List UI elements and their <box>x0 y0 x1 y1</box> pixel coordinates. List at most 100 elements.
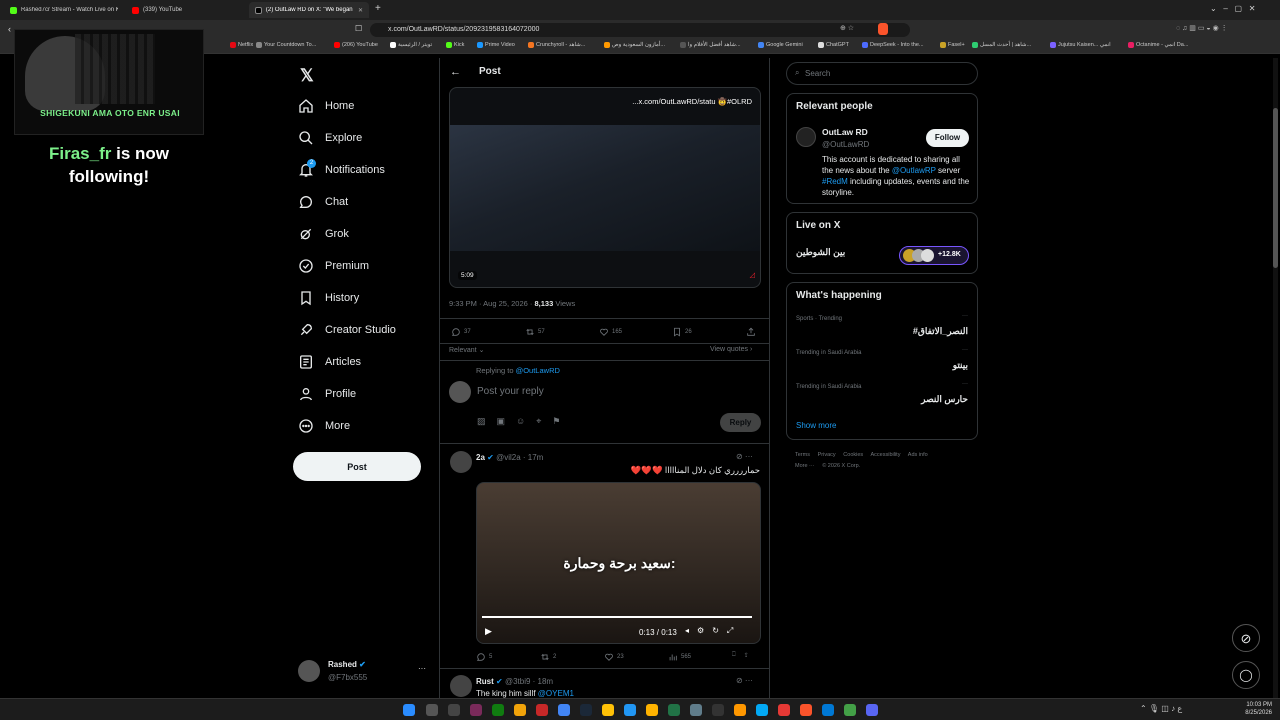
video-progress[interactable] <box>482 616 752 618</box>
back-arrow-icon[interactable]: ← <box>450 66 461 78</box>
steam-icon[interactable] <box>580 704 592 716</box>
author-name[interactable]: Rust <box>476 677 494 686</box>
bookmark-item[interactable]: Fasel+ <box>940 42 965 48</box>
bookmark-item[interactable]: Netflix <box>230 42 253 48</box>
bookmark-item[interactable]: Crunchyroll - شاهد... <box>528 42 585 48</box>
app-icon[interactable] <box>734 704 746 716</box>
live-space-name[interactable]: بين الشوطين <box>796 247 845 258</box>
fullscreen-icon[interactable]: ⤢ <box>727 626 741 635</box>
person-name[interactable]: OutLaw RD <box>822 127 868 137</box>
tray-icons[interactable]: ⌃ 🎙 ◫ ♪ ع <box>1140 704 1182 713</box>
nav-explore[interactable]: Explore <box>298 130 362 146</box>
location-icon[interactable]: ⌖ <box>536 416 552 426</box>
settings-icon[interactable]: ⚙ <box>697 626 712 635</box>
app-icon[interactable] <box>470 704 482 716</box>
close-tab-icon[interactable]: ✕ <box>358 7 363 14</box>
post-video[interactable]: ...x.com/OutLawRD/statu 🤠#OLRD 5:09 ◿ <box>449 87 761 288</box>
video-controls[interactable]: ◂⚙↻⤢ <box>685 626 741 636</box>
window-controls[interactable]: ⌄ – ▢ ✕ <box>1210 4 1255 13</box>
nav-chat[interactable]: Chat <box>298 194 348 210</box>
image-icon[interactable]: ▨ <box>477 416 497 426</box>
reply-action[interactable]: 37 <box>451 327 471 337</box>
more-icon[interactable]: ··· <box>962 313 968 319</box>
bookmark-icon[interactable]: ⎕ <box>732 652 736 659</box>
bookmark-item[interactable]: DeepSeek - Into the... <box>862 42 924 48</box>
reply-action[interactable]: 5 <box>476 652 492 662</box>
url-field[interactable]: x.com/OutLawRD/status/209231958316407200… <box>370 23 910 37</box>
app-icon[interactable] <box>778 704 790 716</box>
bookmark-item[interactable]: شاهد | أحدث المسل... <box>972 42 1031 48</box>
nav-articles[interactable]: Articles <box>298 354 361 370</box>
nav-home[interactable]: Home <box>298 98 354 114</box>
account-switcher[interactable]: Rashed ✔ @F7bx555 ··· <box>298 658 433 686</box>
nav-history[interactable]: History <box>298 290 359 306</box>
grok-floating-icon[interactable]: ⊘ <box>1232 624 1260 652</box>
bookmark-item[interactable]: تويتر / الرئيسية <box>390 42 432 48</box>
bio-hashtag[interactable]: #RedM <box>822 177 848 186</box>
app-icon[interactable] <box>624 704 636 716</box>
nav-more[interactable]: More <box>298 418 350 434</box>
grok-and-more-icons[interactable]: ⊘ ··· <box>736 452 753 461</box>
play-icon[interactable]: ▶ <box>485 626 492 637</box>
follow-button[interactable]: Follow <box>926 129 969 147</box>
app-icon[interactable] <box>668 704 680 716</box>
bookmark-item[interactable]: Prime Video <box>477 42 515 48</box>
more-icon[interactable]: ··· <box>962 347 968 353</box>
mention-link[interactable]: @OYEM1 <box>538 689 574 698</box>
system-clock[interactable]: 10:03 PM 8/25/2026 <box>1236 701 1272 717</box>
bookmark-share-actions[interactable]: ⎕ ⇪ <box>732 652 749 659</box>
search-input[interactable]: ⌕ Search <box>786 62 978 85</box>
video-sound-icon[interactable]: ◿ <box>750 271 755 279</box>
bio-mention[interactable]: @OutlawRP <box>892 166 936 175</box>
reply-input[interactable]: Post your reply <box>477 386 544 397</box>
post-button[interactable]: Post <box>293 452 421 481</box>
task-view-icon[interactable] <box>448 704 460 716</box>
app-icon[interactable] <box>602 704 614 716</box>
bookmark-action[interactable]: 26 <box>672 327 692 337</box>
avatar[interactable] <box>450 451 472 473</box>
tab-x-post[interactable]: (2) OutLaw RD on X: "We began ✕ <box>249 2 369 18</box>
extensions-icons[interactable]: ◌ ♫ ▥ ▭ ◒ ◉ ⋮ <box>1176 24 1228 32</box>
grok-and-more-icons[interactable]: ⊘ ··· <box>736 676 753 685</box>
tab-youtube[interactable]: (339) YouTube <box>126 2 246 18</box>
bookmark-item[interactable]: Google Gemini <box>758 42 803 48</box>
avatar[interactable] <box>450 675 472 697</box>
bookmark-item[interactable]: Your Countdown To... <box>256 42 316 48</box>
scrollbar-thumb[interactable] <box>1273 108 1278 268</box>
reply-button[interactable]: Reply <box>720 413 761 432</box>
brave-shield-icon[interactable] <box>878 23 888 35</box>
like-action[interactable]: 23 <box>604 652 624 662</box>
nav-grok[interactable]: Grok <box>298 226 349 242</box>
new-tab-button[interactable]: + <box>375 3 381 14</box>
trend-item[interactable]: Trending in Saudi Arabia ··· بينتو <box>796 347 968 376</box>
repost-action[interactable]: 57 <box>525 327 545 337</box>
app-icon[interactable] <box>822 704 834 716</box>
gif-icon[interactable]: ▣ <box>497 416 517 426</box>
live-listeners[interactable]: +12.8K <box>899 246 969 265</box>
trend-item[interactable]: Trending in Saudi Arabia ··· حارس النصر <box>796 381 968 410</box>
start-icon[interactable] <box>403 704 415 716</box>
replying-to-handle[interactable]: @OutLawRD <box>516 366 560 375</box>
bookmark-item[interactable]: Kick <box>446 42 464 48</box>
zoom-icon[interactable]: ⊕ ☆ <box>840 24 854 32</box>
volume-icon[interactable]: ◂ <box>685 626 697 635</box>
tab-kick[interactable]: Rashed7cr Stream - Watch Live on K <box>4 2 124 18</box>
scrollbar[interactable] <box>1273 58 1278 698</box>
x-logo-icon[interactable]: 𝕏 <box>300 66 314 86</box>
reply-video[interactable]: سعيد برحة وحمارة: ▶ 0:13 / 0:13 ◂⚙↻⤢ <box>476 482 761 644</box>
discord-icon[interactable] <box>866 704 878 716</box>
brave-icon[interactable] <box>800 704 812 716</box>
bookmark-item[interactable]: أمازون السعودية وص... <box>604 42 665 48</box>
folder-icon[interactable] <box>514 704 526 716</box>
views-action[interactable]: 565 <box>668 652 691 662</box>
app-icon[interactable] <box>690 704 702 716</box>
bookmark-item[interactable]: (206) YouTube <box>334 42 378 48</box>
loop-icon[interactable]: ↻ <box>712 626 727 635</box>
author-name[interactable]: 2a <box>476 453 485 462</box>
footer-links[interactable]: Terms Privacy Cookies Accessibility Ads … <box>795 452 928 458</box>
nav-notifications[interactable]: 2 Notifications <box>298 159 385 178</box>
trend-item[interactable]: Sports · Trending ··· #النصر_الاتفاق <box>796 313 968 342</box>
file-explorer-icon[interactable] <box>646 704 658 716</box>
app-icon[interactable] <box>536 704 548 716</box>
sort-dropdown[interactable]: Relevant ⌄ <box>449 346 484 354</box>
